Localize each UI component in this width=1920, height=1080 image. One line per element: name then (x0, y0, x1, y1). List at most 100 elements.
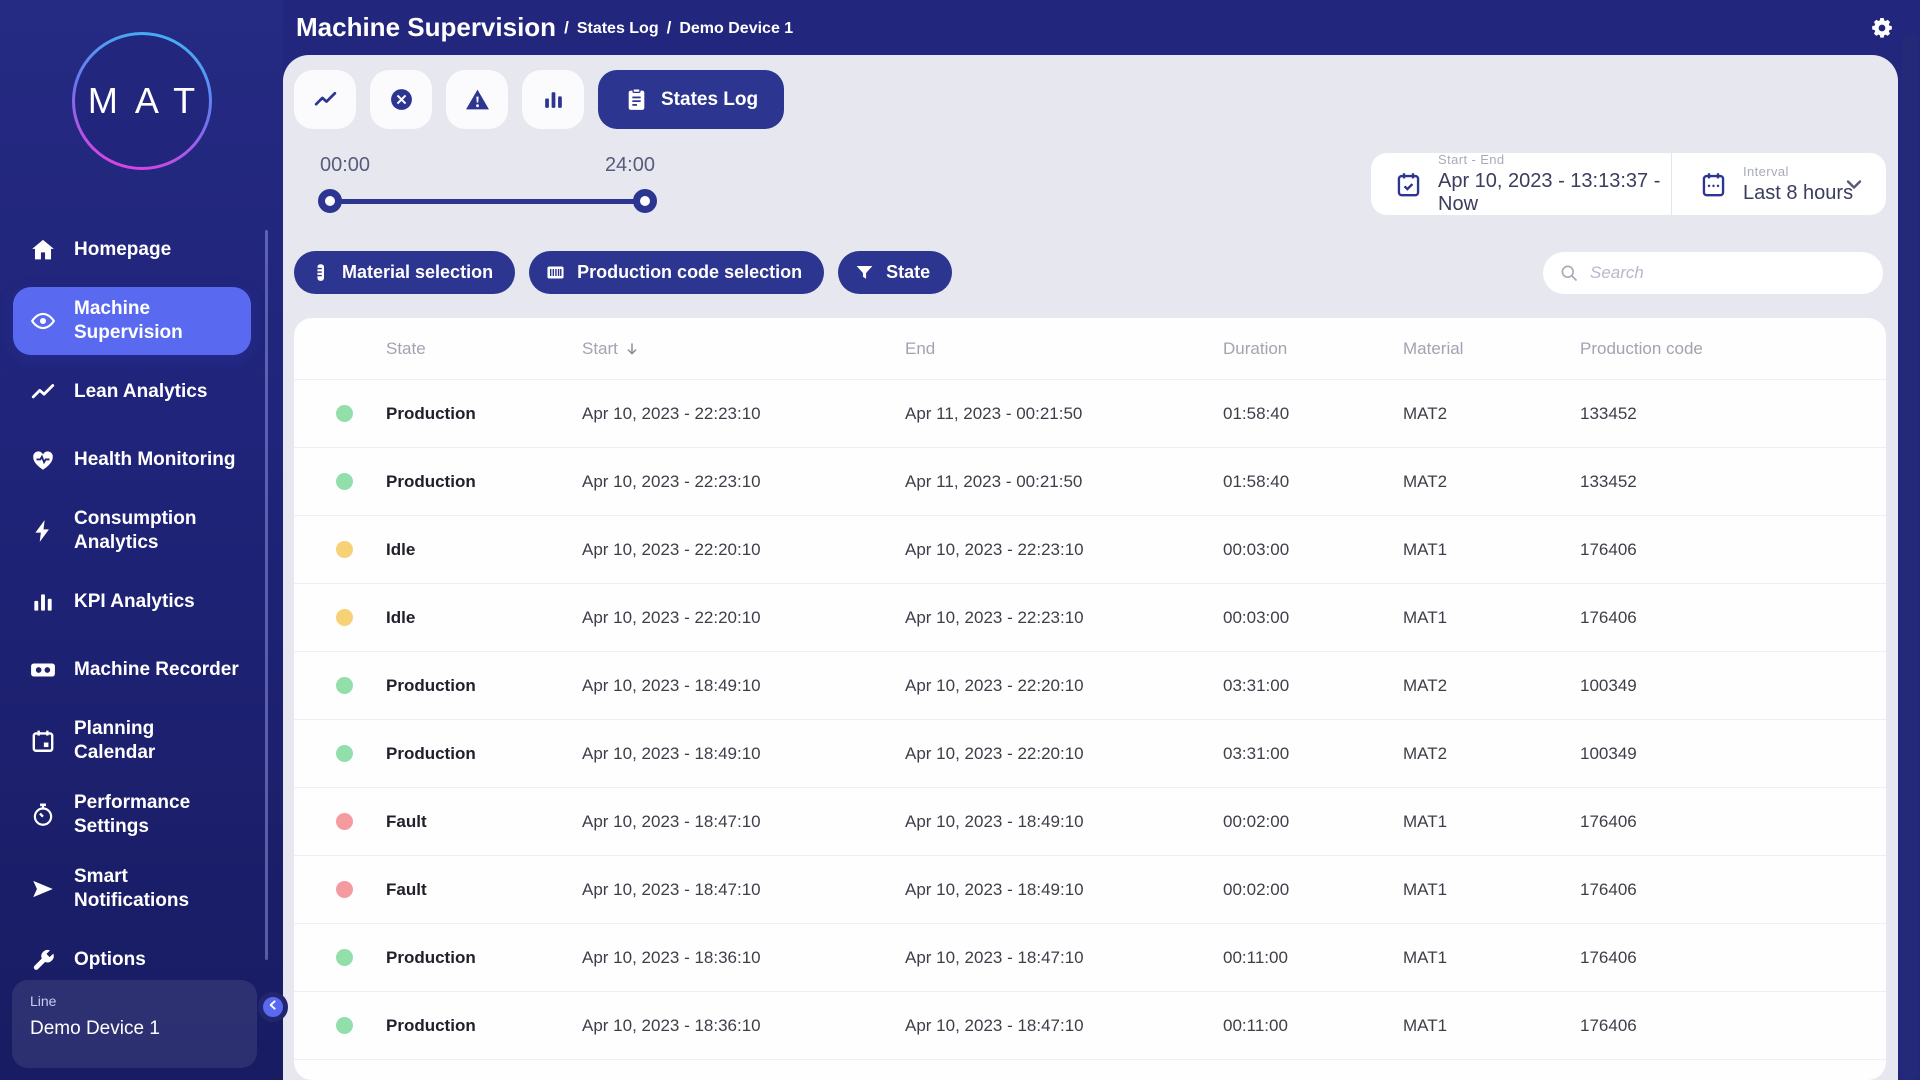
sidebar-item-kpi-analytics[interactable]: KPI Analytics (13, 571, 251, 633)
cell-duration: 00:11:00 (1223, 1016, 1403, 1036)
cell-start: Apr 10, 2023 - 22:23:10 (582, 472, 905, 492)
sidebar-item-health-monitoring[interactable]: Health Monitoring (13, 429, 251, 491)
cell-end: Apr 10, 2023 - 18:49:10 (905, 880, 1223, 900)
table-row[interactable]: FaultApr 10, 2023 - 18:47:10Apr 10, 2023… (294, 856, 1886, 924)
breadcrumb-item-demo-device-1[interactable]: Demo Device 1 (679, 20, 793, 38)
sidebar-item-performance-settings[interactable]: Performance Settings (13, 781, 251, 849)
production-code-selection-button[interactable]: Production code selection (529, 251, 824, 294)
table-row[interactable]: ProductionApr 10, 2023 - 22:23:10Apr 11,… (294, 448, 1886, 516)
filter-button-label: State (886, 262, 930, 283)
state-dot (336, 1017, 353, 1034)
sidebar-collapse-button[interactable] (258, 992, 288, 1022)
bar-chart-icon (30, 589, 56, 615)
device-card[interactable]: Line Demo Device 1 (12, 980, 257, 1068)
tab-errors[interactable] (370, 70, 432, 129)
column-header-production-code[interactable]: Production code (1580, 339, 1886, 359)
state-dot (336, 405, 353, 422)
table-row[interactable]: ProductionApr 10, 2023 - 18:49:10Apr 10,… (294, 720, 1886, 788)
wrench-icon (30, 947, 56, 973)
table-row[interactable]: ProductionApr 10, 2023 - 18:36:10Apr 10,… (294, 924, 1886, 992)
sidebar-item-machine-recorder[interactable]: Machine Recorder (13, 639, 251, 701)
date-range-value: Apr 10, 2023 - 13:13:37 - Now (1438, 170, 1671, 216)
cell-production-code: 176406 (1580, 608, 1886, 628)
datetime-card: Start - End Apr 10, 2023 - 13:13:37 - No… (1371, 153, 1886, 215)
cell-duration: 01:58:40 (1223, 472, 1403, 492)
table-row[interactable]: IdleApr 10, 2023 - 22:20:10Apr 10, 2023 … (294, 516, 1886, 584)
cell-material: MAT1 (1403, 1016, 1580, 1036)
slider-track[interactable] (330, 199, 645, 204)
breadcrumb-item-states-log[interactable]: States Log (577, 20, 659, 38)
sidebar-item-label: Smart Notifications (74, 865, 189, 913)
tab-bar-chart[interactable] (522, 70, 584, 129)
interval-label: Interval (1743, 164, 1853, 179)
cell-end: Apr 11, 2023 - 00:21:50 (905, 472, 1223, 492)
search-box[interactable] (1543, 252, 1883, 294)
table-row[interactable]: ProductionApr 10, 2023 - 22:23:10Apr 11,… (294, 380, 1886, 448)
sidebar-item-homepage[interactable]: Homepage (13, 219, 251, 281)
cell-start: Apr 10, 2023 - 22:20:10 (582, 608, 905, 628)
state-dot (336, 949, 353, 966)
filter-button-label: Production code selection (577, 262, 802, 283)
cell-material: MAT1 (1403, 608, 1580, 628)
cell-material: MAT1 (1403, 948, 1580, 968)
app-logo: MAT (72, 32, 212, 170)
cell-production-code: 176406 (1580, 1016, 1886, 1036)
warning-triangle-icon (465, 87, 490, 112)
search-icon (1559, 263, 1579, 283)
sidebar-item-smart-notifications[interactable]: Smart Notifications (13, 855, 251, 923)
cell-state: Fault (386, 880, 582, 900)
tab-trend[interactable] (294, 70, 356, 129)
cell-production-code: 133452 (1580, 472, 1886, 492)
interval-value: Last 8 hours (1743, 182, 1853, 205)
cell-start: Apr 10, 2023 - 22:23:10 (582, 404, 905, 424)
column-header-end[interactable]: End (905, 339, 1223, 359)
tab-states-log[interactable]: States Log (598, 70, 784, 129)
cell-production-code: 176406 (1580, 540, 1886, 560)
sidebar-item-planning-calendar[interactable]: Planning Calendar (13, 707, 251, 775)
interval-select[interactable]: Interval Last 8 hours (1672, 153, 1886, 215)
cell-state: Production (386, 744, 582, 764)
state-button[interactable]: State (838, 251, 952, 294)
sidebar-item-machine-supervision[interactable]: Machine Supervision (13, 287, 251, 355)
slider-handle-end[interactable] (633, 189, 657, 213)
date-range-picker[interactable]: Start - End Apr 10, 2023 - 13:13:37 - No… (1371, 153, 1672, 215)
home-icon (30, 237, 56, 263)
table-header-row: State Start End Duration Material Produc… (294, 318, 1886, 380)
cell-end: Apr 10, 2023 - 22:23:10 (905, 608, 1223, 628)
state-dot (336, 609, 353, 626)
material-selection-button[interactable]: Material selection (294, 251, 515, 294)
sidebar-item-consumption-analytics[interactable]: Consumption Analytics (13, 497, 251, 565)
column-header-start[interactable]: Start (582, 339, 905, 359)
cell-state: Fault (386, 812, 582, 832)
table-row[interactable]: ProductionApr 10, 2023 - 18:36:10Apr 10,… (294, 992, 1886, 1060)
device-type-label: Line (30, 993, 239, 1009)
slider-handle-start[interactable] (318, 189, 342, 213)
cell-end: Apr 10, 2023 - 22:20:10 (905, 676, 1223, 696)
page-scrollbar[interactable] (1902, 34, 1918, 1080)
clipboard-icon (624, 87, 649, 112)
search-input[interactable] (1590, 263, 1867, 283)
table-row[interactable]: IdleApr 10, 2023 - 22:20:10Apr 10, 2023 … (294, 584, 1886, 652)
tab-warnings[interactable] (446, 70, 508, 129)
slider-end-label: 24:00 (605, 154, 655, 177)
table-row[interactable]: ProductionApr 10, 2023 - 18:49:10Apr 10,… (294, 652, 1886, 720)
column-header-state[interactable]: State (386, 339, 582, 359)
cell-production-code: 176406 (1580, 880, 1886, 900)
sidebar-item-label: Machine Supervision (74, 297, 183, 345)
sidebar-item-label: Lean Analytics (74, 380, 207, 404)
date-range-label: Start - End (1438, 152, 1671, 167)
settings-button[interactable] (1870, 16, 1894, 40)
sidebar-scrollbar[interactable] (265, 230, 268, 960)
table-row[interactable]: FaultApr 10, 2023 - 18:47:10Apr 10, 2023… (294, 788, 1886, 856)
column-header-duration[interactable]: Duration (1223, 339, 1403, 359)
cell-end: Apr 10, 2023 - 18:49:10 (905, 812, 1223, 832)
sidebar-item-lean-analytics[interactable]: Lean Analytics (13, 361, 251, 423)
column-header-material[interactable]: Material (1403, 339, 1580, 359)
cell-production-code: 100349 (1580, 744, 1886, 764)
main-content: States Log 00:00 24:00 Start - End Apr 1… (283, 55, 1898, 1080)
cell-duration: 01:58:40 (1223, 404, 1403, 424)
chevron-left-icon (265, 997, 281, 1018)
cell-duration: 00:02:00 (1223, 880, 1403, 900)
cell-production-code: 176406 (1580, 812, 1886, 832)
cell-duration: 00:11:00 (1223, 948, 1403, 968)
